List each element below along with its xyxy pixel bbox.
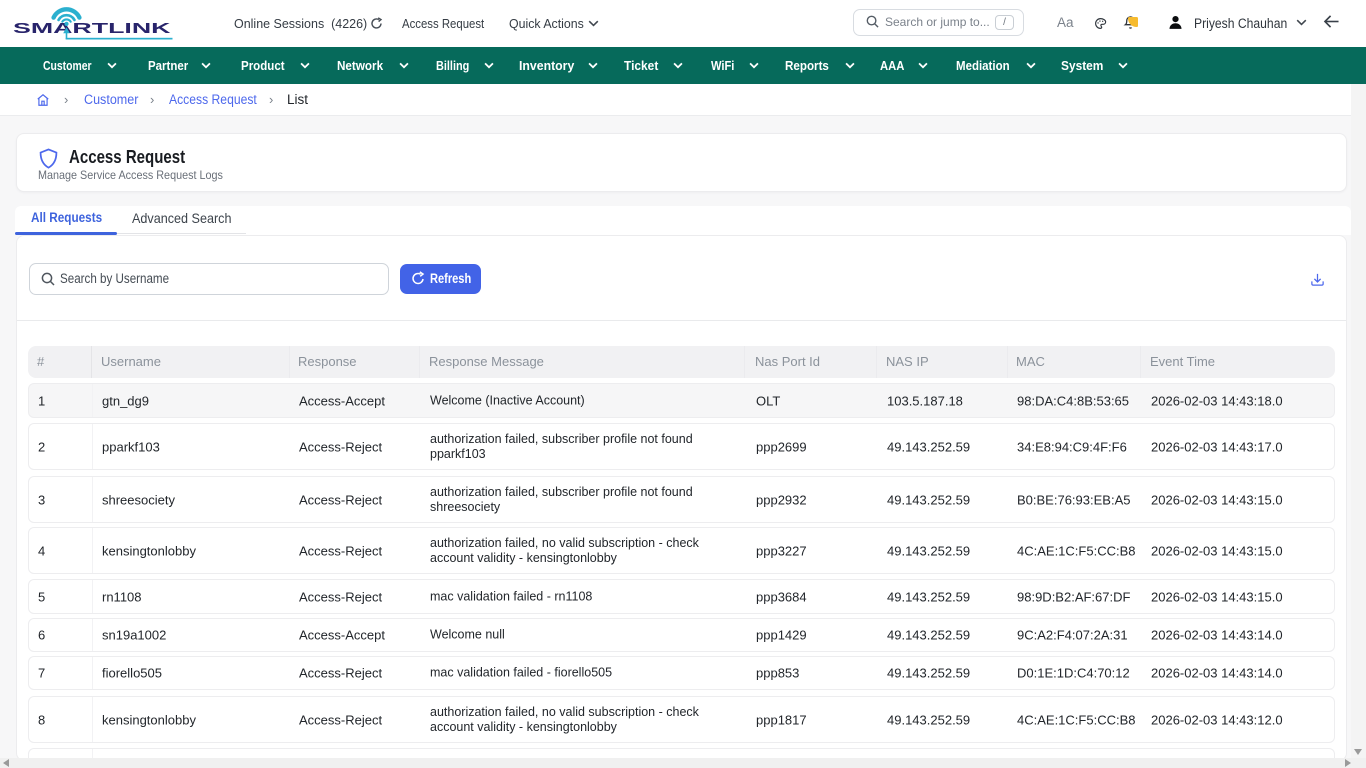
svg-text:SMARTLINK: SMARTLINK xyxy=(13,20,171,37)
